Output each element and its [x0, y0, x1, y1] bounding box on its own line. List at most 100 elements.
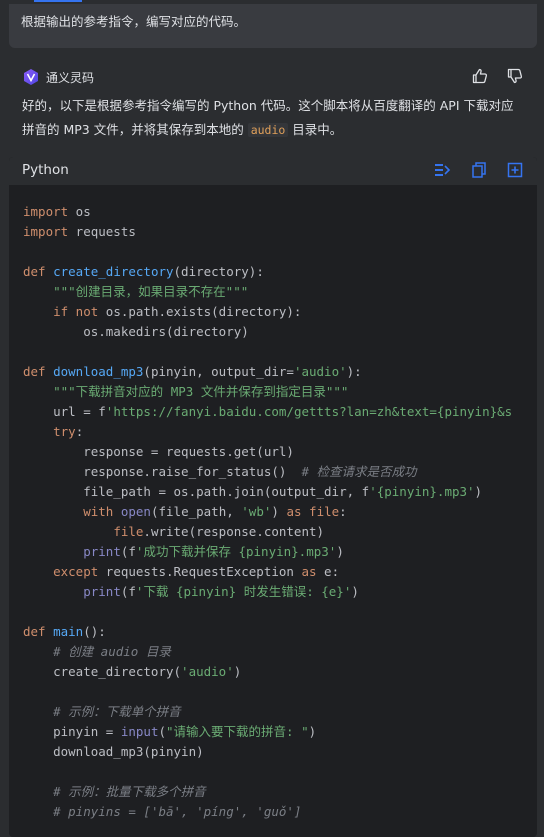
code-token: (directory): [173, 264, 264, 279]
code-token: # 示例：下载单个拼音 [53, 704, 181, 719]
code-token: print [83, 584, 121, 599]
code-token: """下载拼音对应的 MP3 文件并保存到指定目录""" [53, 384, 349, 399]
code-line: # 示例：批量下载多个拼音 [23, 782, 537, 802]
code-token: open [120, 504, 151, 519]
code-token: requests.RequestException [98, 564, 302, 579]
assistant-header: 通义灵码 [22, 66, 94, 88]
code-line: url = f'https://fanyi.baidu.com/gettts?l… [23, 402, 537, 422]
code-line: def create_directory(directory): [23, 262, 537, 282]
code-line: response.raise_for_status() # 检查请求是否成功 [23, 462, 537, 482]
code-token: requests [68, 224, 136, 239]
code-line: def main(): [23, 622, 537, 642]
code-token: os [68, 204, 91, 219]
assistant-answer: 好的，以下是根据参考指令编写的 Python 代码。这个脚本将从百度翻译的 AP… [22, 94, 524, 142]
code-block: Python import os import requests def crea… [9, 157, 537, 837]
code-token: os.path.exists(directory): [98, 304, 302, 319]
code-token: 'audio' [181, 664, 234, 679]
code-token: file [309, 504, 340, 519]
new-file-icon[interactable] [506, 161, 524, 179]
code-token: def [23, 264, 46, 279]
code-line: if not os.path.exists(directory): [23, 302, 537, 322]
code-token: # pinyins = ['bā', 'píng', 'guǒ'] [53, 804, 302, 819]
inline-code-audio: audio [247, 123, 289, 137]
user-message-text: 根据输出的参考指令，编写对应的代码。 [21, 14, 247, 29]
code-token: download_mp3 [53, 364, 144, 379]
code-token: as [286, 504, 302, 519]
code-line: """创建目录，如果目录不存在""" [23, 282, 537, 302]
code-line: # 创建 audio 目录 [23, 642, 537, 662]
code-token: (): [83, 624, 106, 639]
code-token: response = requests.get(url) [23, 444, 294, 459]
code-line: except requests.RequestException as e: [23, 562, 537, 582]
code-line: print(f'下载 {pinyin} 时发生错误: {e}') [23, 582, 537, 602]
code-token: response.raise_for_status() [23, 464, 302, 479]
code-line: download_mp3(pinyin) [23, 742, 537, 762]
code-token: pinyin = [23, 724, 121, 739]
code-token: ) [271, 504, 287, 519]
code-token: """创建目录，如果目录不存在""" [53, 284, 249, 299]
code-line: response = requests.get(url) [23, 442, 537, 462]
code-token: # 示例：批量下载多个拼音 [53, 784, 206, 799]
code-token: def [23, 624, 46, 639]
code-token: url = f [23, 404, 106, 419]
insert-at-cursor-icon[interactable] [433, 161, 451, 179]
active-tab-indicator [34, 0, 82, 2]
code-token: (file_path, [150, 504, 242, 519]
code-token: as [301, 564, 317, 579]
code-token: .write(response.content) [143, 524, 325, 539]
code-token: '成功下载并保存 {pinyin}.mp3' [135, 544, 337, 559]
code-token: # 检查请求是否成功 [301, 464, 417, 479]
code-line: with open(file_path, 'wb') as file: [23, 502, 537, 522]
code-token: input [120, 724, 159, 739]
user-message: 根据输出的参考指令，编写对应的代码。 [9, 4, 537, 48]
code-line: pinyin = input("请输入要下载的拼音: ") [23, 722, 537, 742]
code-token: ) [474, 484, 483, 499]
code-token: : [339, 504, 347, 519]
answer-text-after: 目录中。 [288, 122, 343, 137]
code-token: ) [336, 544, 344, 559]
assistant-name: 通义灵码 [46, 70, 95, 85]
code-line: create_directory('audio') [23, 662, 537, 682]
code-token: ( [158, 724, 167, 739]
copy-icon[interactable] [470, 161, 488, 179]
code-token: import [23, 224, 69, 239]
code-content[interactable]: import os import requests def create_dire… [23, 202, 537, 822]
code-block-header: Python [9, 157, 537, 185]
code-token: e: [316, 564, 340, 579]
code-token: : [75, 424, 84, 439]
code-token: def [23, 364, 46, 379]
code-language-label: Python [22, 162, 69, 178]
code-token: (f [120, 544, 136, 559]
code-token: except [53, 564, 99, 579]
code-token: with [83, 504, 114, 519]
tongyi-lingma-logo-icon [24, 69, 38, 85]
code-token: if not [53, 304, 99, 319]
code-token: file_path = os.path.join(output_dir, f [23, 484, 370, 499]
code-token: 'wb' [241, 504, 272, 519]
thumbs-up-icon[interactable] [471, 67, 489, 85]
code-line: try: [23, 422, 537, 442]
thumbs-down-icon[interactable] [506, 67, 524, 85]
code-line: # pinyins = ['bā', 'píng', 'guǒ'] [23, 802, 537, 822]
code-token: create_directory [53, 264, 174, 279]
code-token: ): [346, 364, 362, 379]
